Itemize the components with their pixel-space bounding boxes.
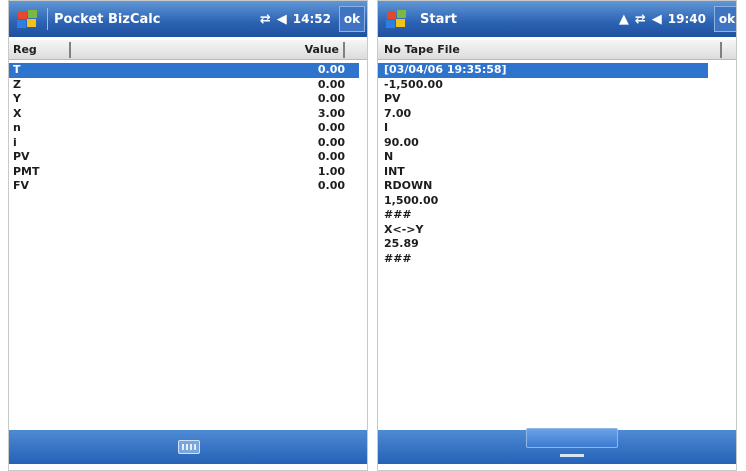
register-value: 0.00 <box>317 63 345 76</box>
windows-start-icon[interactable] <box>15 9 41 29</box>
input-panel-icon[interactable] <box>526 428 618 448</box>
tape-screen: Start ▲ ⇄ ◀ 19:40 ok No Tape File [03/04… <box>377 0 737 471</box>
tape-line[interactable]: -1,500.00 <box>378 78 736 93</box>
register-name: X <box>13 106 22 120</box>
register-row-y[interactable]: Y 0.00 <box>9 92 367 107</box>
register-name: FV <box>13 179 30 192</box>
tape-line[interactable]: PV <box>378 92 736 107</box>
speaker-icon[interactable]: ◀ <box>277 12 287 27</box>
tape-line[interactable]: 7.00 <box>378 107 736 122</box>
register-value: 0.00 <box>317 77 345 91</box>
tape-line[interactable]: ### <box>378 208 736 223</box>
sync-icon[interactable]: ⇄ <box>635 12 646 27</box>
register-name: i <box>13 135 17 149</box>
tape-line[interactable]: X<->Y <box>378 223 736 238</box>
register-value: 1.00 <box>317 164 345 178</box>
input-panel-indicator <box>560 454 584 457</box>
tape-line[interactable]: 25.89 <box>378 237 736 252</box>
menu-bar <box>378 428 736 464</box>
title-bar: Pocket BizCalc ⇄ ◀ 14:52 ok <box>9 1 367 37</box>
register-name: Z <box>13 77 21 91</box>
register-list-header: Reg Value <box>9 40 367 60</box>
register-name: Y <box>13 92 21 105</box>
notification-icon[interactable]: ▲ <box>619 12 629 27</box>
register-row-pmt[interactable]: PMT 1.00 <box>9 165 367 180</box>
register-value: 3.00 <box>317 106 345 120</box>
register-name: n <box>13 121 21 134</box>
register-value: 0.00 <box>317 121 345 134</box>
column-header-reg[interactable]: Reg <box>13 43 37 56</box>
menu-bar <box>9 430 367 464</box>
register-row-fv[interactable]: FV 0.00 <box>9 179 367 194</box>
register-list: T 0.00 Z 0.00 Y 0.00 X 3.00 n 0.00 i 0.0… <box>9 63 367 194</box>
tape-line[interactable]: INT <box>378 165 736 180</box>
clock[interactable]: 14:52 <box>293 12 331 26</box>
pocket-bizcalc-screen: Pocket BizCalc ⇄ ◀ 14:52 ok Reg Value T … <box>8 0 368 471</box>
tape-line[interactable]: ### <box>378 252 736 267</box>
tape-file-label[interactable]: No Tape File <box>384 43 460 56</box>
register-row-i[interactable]: i 0.00 <box>9 136 367 151</box>
column-divider[interactable] <box>343 42 345 58</box>
clock[interactable]: 19:40 <box>668 12 706 26</box>
register-name: PMT <box>13 164 40 178</box>
register-row-n[interactable]: n 0.00 <box>9 121 367 136</box>
tape-header: No Tape File <box>378 40 736 60</box>
tape-line[interactable]: RDOWN <box>378 179 736 194</box>
register-row-t[interactable]: T 0.00 <box>9 63 359 78</box>
title-separator <box>47 8 48 30</box>
tape-line[interactable]: 90.00 <box>378 136 736 151</box>
column-divider[interactable] <box>69 42 71 58</box>
windows-start-icon[interactable] <box>384 9 410 29</box>
app-title: Pocket BizCalc <box>54 11 161 27</box>
tape-line[interactable]: I <box>378 121 736 136</box>
tape-line[interactable]: N <box>378 150 736 165</box>
register-name: PV <box>13 150 30 163</box>
connectivity-icon[interactable]: ⇄ <box>260 12 271 27</box>
tape-line[interactable]: 1,500.00 <box>378 194 736 209</box>
register-value: 0.00 <box>317 135 345 149</box>
register-name: T <box>13 63 21 76</box>
tape-line-timestamp[interactable]: [03/04/06 19:35:58] <box>378 63 708 78</box>
app-title: Start <box>420 11 457 27</box>
ok-button[interactable]: ok <box>339 6 365 32</box>
column-header-value[interactable]: Value <box>305 43 339 56</box>
register-row-pv[interactable]: PV 0.00 <box>9 150 367 165</box>
register-value: 0.00 <box>317 179 345 192</box>
column-divider[interactable] <box>720 42 722 58</box>
speaker-icon[interactable]: ◀ <box>652 12 662 27</box>
title-bar: Start ▲ ⇄ ◀ 19:40 ok <box>378 1 736 37</box>
register-value: 0.00 <box>317 150 345 163</box>
tape-list: [03/04/06 19:35:58] -1,500.00 PV 7.00 I … <box>378 63 736 266</box>
register-row-z[interactable]: Z 0.00 <box>9 78 367 93</box>
register-value: 0.00 <box>317 92 345 105</box>
keyboard-icon[interactable] <box>178 440 200 454</box>
register-row-x[interactable]: X 3.00 <box>9 107 367 122</box>
ok-button[interactable]: ok <box>714 6 736 32</box>
